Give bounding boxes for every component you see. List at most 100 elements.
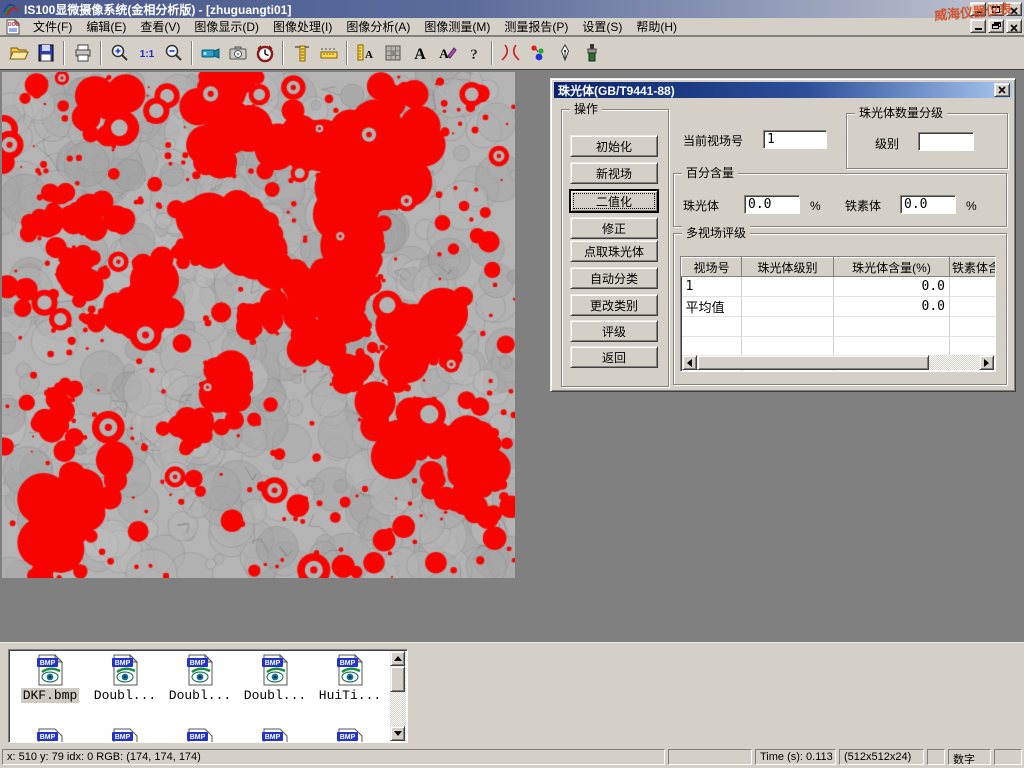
menu-image-analysis[interactable]: 图像分析(A) xyxy=(339,17,417,36)
table-row[interactable]: 1 0.0 xyxy=(682,277,997,297)
classify-button[interactable] xyxy=(525,41,550,66)
grade-label: 级别 xyxy=(875,137,899,151)
menu-image-display[interactable]: 图像显示(D) xyxy=(187,17,266,36)
capture-photo-button[interactable] xyxy=(225,41,250,66)
menu-file[interactable]: 文件(F) xyxy=(26,17,79,36)
pick-pearlite-button[interactable]: 点取珠光体 xyxy=(570,240,658,262)
dialog-title-bar[interactable]: 珠光体(GB/T9441-88) xyxy=(554,82,1012,98)
new-field-button[interactable]: 新视场 xyxy=(570,162,658,184)
file-item[interactable]: BMP xyxy=(313,728,387,743)
auto-classify-button[interactable]: 自动分类 xyxy=(570,267,658,289)
measure-text-button[interactable]: A xyxy=(353,41,378,66)
initialize-button[interactable]: 初始化 xyxy=(570,135,658,157)
minimize-button[interactable] xyxy=(970,2,986,16)
capture-video-button[interactable] xyxy=(198,41,223,66)
svg-text:BMP: BMP xyxy=(340,660,356,667)
window-controls xyxy=(968,2,1022,17)
pen-icon xyxy=(555,43,575,63)
col-pearlite-grade[interactable]: 珠光体级别 xyxy=(742,258,834,277)
rating-table: 视场号 珠光体级别 珠光体含量(%) 铁素体含量(%) 1 0.0 平均值 xyxy=(680,256,996,372)
annotate-button[interactable]: A xyxy=(434,41,459,66)
arrow-down-icon xyxy=(394,731,402,736)
help-button[interactable]: ? xyxy=(461,41,486,66)
menu-measure-report[interactable]: 测量报告(P) xyxy=(497,17,575,36)
status-mode: 数字 xyxy=(948,749,991,765)
return-button[interactable]: 返回 xyxy=(570,346,658,368)
text-button[interactable]: A xyxy=(407,41,432,66)
table-row[interactable]: 平均值 0.0 xyxy=(682,297,997,317)
scrollbar-thumb[interactable] xyxy=(390,666,405,692)
file-item[interactable]: BMP Doubl... xyxy=(88,654,162,703)
grid-button[interactable] xyxy=(380,41,405,66)
col-pearlite-content[interactable]: 珠光体含量(%) xyxy=(834,258,950,277)
file-name: Doubl... xyxy=(242,688,308,703)
percent-group-label: 百分含量 xyxy=(682,166,738,180)
zoom-in-button[interactable] xyxy=(107,41,132,66)
zoom-out-button[interactable] xyxy=(161,41,186,66)
close-button[interactable] xyxy=(1006,2,1022,16)
bottom-panel: BMP DKF.bmp BMP Doubl... BMP Doubl... BM… xyxy=(0,642,1024,746)
cell xyxy=(742,317,834,337)
percent-group: 百分含量 珠光体 % 铁素体 % xyxy=(673,173,1007,227)
pearlite-percent-input[interactable] xyxy=(744,195,800,214)
specimen-image[interactable] xyxy=(2,72,515,578)
save-button[interactable] xyxy=(33,41,58,66)
scroll-right-button[interactable] xyxy=(979,355,994,370)
scrollbar-thumb[interactable] xyxy=(697,355,929,370)
menu-image-processing[interactable]: 图像处理(I) xyxy=(266,17,339,36)
open-button[interactable] xyxy=(6,41,31,66)
table-row[interactable] xyxy=(682,317,997,337)
menu-settings[interactable]: 设置(S) xyxy=(575,17,629,36)
grid-icon xyxy=(383,43,403,63)
menu-image-measure[interactable]: 图像测量(M) xyxy=(417,17,497,36)
caliper-button[interactable] xyxy=(289,41,314,66)
scroll-left-button[interactable] xyxy=(682,355,697,370)
file-item[interactable]: BMP xyxy=(13,728,87,743)
col-ferrite-content[interactable]: 铁素体含量(%) xyxy=(950,258,997,277)
ruler-button[interactable] xyxy=(316,41,341,66)
mdi-restore-button[interactable] xyxy=(988,19,1004,33)
col-field-no[interactable]: 视场号 xyxy=(682,258,742,277)
brush-button[interactable] xyxy=(579,41,604,66)
maximize-button[interactable] xyxy=(988,2,1004,16)
photo-camera-icon xyxy=(228,43,248,63)
mdi-minimize-button[interactable] xyxy=(970,19,986,33)
window-title: IS100显微摄像系统(金相分析版) - [zhuguangti01] xyxy=(24,1,291,18)
menu-help[interactable]: 帮助(H) xyxy=(629,17,684,36)
file-item[interactable]: BMP xyxy=(163,728,237,743)
pearlite-percent-label: 珠光体 xyxy=(683,199,719,213)
binarize-button[interactable]: 二值化 xyxy=(570,190,658,212)
file-item[interactable]: BMP HuiTi... xyxy=(313,654,387,703)
correct-button[interactable]: 修正 xyxy=(570,217,658,239)
title-bar: IS100显微摄像系统(金相分析版) - [zhuguangti01] xyxy=(0,0,1024,18)
table-row[interactable] xyxy=(682,337,997,357)
current-field-input[interactable] xyxy=(763,130,827,149)
file-item[interactable]: BMP xyxy=(88,728,162,743)
menu-edit[interactable]: 编辑(E) xyxy=(79,17,133,36)
maximize-icon xyxy=(992,6,1000,13)
grade-input[interactable] xyxy=(918,132,974,151)
svg-text:DOC: DOC xyxy=(8,22,20,28)
ferrite-percent-input[interactable] xyxy=(900,195,956,214)
rate-button[interactable]: 评级 xyxy=(570,320,658,342)
print-button[interactable] xyxy=(70,41,95,66)
zoom-in-icon xyxy=(110,43,130,63)
mdi-close-button[interactable] xyxy=(1006,19,1022,33)
ruler-text-icon: A xyxy=(356,43,376,63)
file-item[interactable]: BMP Doubl... xyxy=(163,654,237,703)
timer-button[interactable] xyxy=(252,41,277,66)
pen-button[interactable] xyxy=(552,41,577,66)
menu-view[interactable]: 查看(V) xyxy=(133,17,187,36)
ruler-icon xyxy=(319,43,339,63)
dialog-close-button[interactable] xyxy=(994,83,1010,97)
change-class-button[interactable]: 更改类别 xyxy=(570,294,658,316)
scroll-up-button[interactable] xyxy=(390,651,405,666)
file-item[interactable]: BMP xyxy=(238,728,312,743)
video-camera-icon xyxy=(201,43,221,63)
scroll-down-button[interactable] xyxy=(390,726,405,741)
document-icon: DOC xyxy=(5,19,21,35)
file-item[interactable]: BMP DKF.bmp xyxy=(13,654,87,703)
actual-size-button[interactable]: 1:1 xyxy=(134,41,159,66)
curve-tool-button[interactable] xyxy=(498,41,523,66)
file-item[interactable]: BMP Doubl... xyxy=(238,654,312,703)
